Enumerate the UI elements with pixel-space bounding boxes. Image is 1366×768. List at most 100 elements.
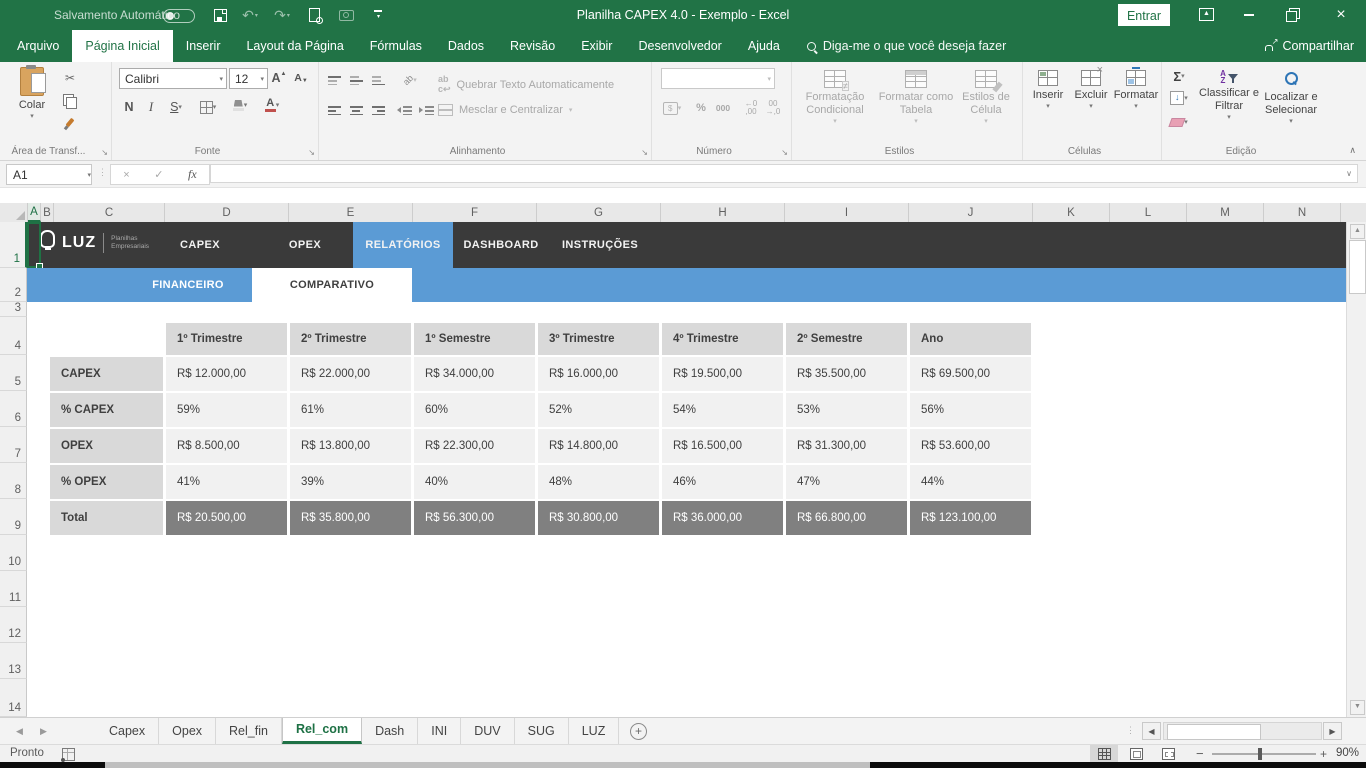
percent-style-button[interactable]: % xyxy=(691,98,711,118)
new-sheet-button[interactable]: + xyxy=(630,723,647,740)
column-header-i[interactable]: I xyxy=(785,203,909,222)
format-as-table-button[interactable]: Formatar como Tabela ▾ xyxy=(877,70,955,125)
sheet-tab-capex[interactable]: Capex xyxy=(96,718,159,744)
row-header-2[interactable]: 2 xyxy=(0,268,27,302)
normal-view-button[interactable] xyxy=(1090,745,1118,762)
sheet-nav-right-arrow[interactable]: ▶ xyxy=(40,718,47,744)
row-header-3[interactable]: 3 xyxy=(0,302,27,317)
menu-tab-layout-da-p-gina[interactable]: Layout da Página xyxy=(233,30,356,62)
sheet-canvas[interactable]: LUZ PlanilhasEmpresariais CAPEXOPEXRELAT… xyxy=(27,222,1346,717)
table-cell[interactable]: 41% xyxy=(166,465,287,499)
column-header-a[interactable]: A xyxy=(28,203,41,222)
menu-tab-ajuda[interactable]: Ajuda xyxy=(735,30,793,62)
column-header-h[interactable]: H xyxy=(661,203,785,222)
zoom-level-label[interactable]: 90% xyxy=(1336,747,1359,759)
table-cell[interactable]: R$ 14.800,00 xyxy=(538,429,659,463)
name-box-resize-handle[interactable]: ⋮ xyxy=(98,167,108,178)
italic-button[interactable]: I xyxy=(141,97,161,117)
vertical-scroll-thumb[interactable] xyxy=(1349,240,1366,294)
align-center-button[interactable] xyxy=(346,100,366,120)
camera-button[interactable] xyxy=(336,6,356,24)
nav-item-dashboard[interactable]: DASHBOARD xyxy=(463,222,538,268)
table-column-header[interactable]: 2º Semestre xyxy=(786,323,907,355)
column-header-d[interactable]: D xyxy=(165,203,289,222)
align-top-button[interactable] xyxy=(324,70,344,90)
report-tab-comparativo[interactable]: COMPARATIVO xyxy=(252,268,412,302)
find-select-button[interactable]: Localizar e Selecionar ▾ xyxy=(1263,70,1319,125)
table-cell[interactable]: R$ 53.600,00 xyxy=(910,429,1031,463)
table-cell[interactable]: R$ 19.500,00 xyxy=(662,357,783,391)
table-column-header[interactable]: 4º Trimestre xyxy=(662,323,783,355)
nav-item-capex[interactable]: CAPEX xyxy=(180,222,220,268)
zoom-out-button[interactable]: − xyxy=(1196,746,1204,761)
nav-item-instru-es[interactable]: INSTRUÇÕES xyxy=(562,222,638,268)
font-name-combo[interactable]: Calibri▾ xyxy=(119,68,227,89)
hscroll-left-arrow[interactable]: ◀ xyxy=(1142,722,1161,740)
autosave-toggle[interactable] xyxy=(163,9,195,23)
sheet-tab-sug[interactable]: SUG xyxy=(515,718,569,744)
format-painter-button[interactable] xyxy=(60,112,80,132)
row-header-8[interactable]: 8 xyxy=(0,463,27,499)
table-cell[interactable]: R$ 69.500,00 xyxy=(910,357,1031,391)
table-row-label-opex[interactable]: OPEX xyxy=(50,429,163,463)
table-cell[interactable]: 39% xyxy=(290,465,411,499)
table-cell[interactable]: 60% xyxy=(414,393,535,427)
zoom-slider-track[interactable] xyxy=(1212,753,1316,755)
hscroll-right-arrow[interactable]: ▶ xyxy=(1323,722,1342,740)
sheet-tab-rel-com[interactable]: Rel_com xyxy=(282,718,362,744)
column-header-f[interactable]: F xyxy=(413,203,537,222)
customize-qat-button[interactable]: ▾ xyxy=(368,6,388,24)
table-cell[interactable]: R$ 22.000,00 xyxy=(290,357,411,391)
sheet-tab-luz[interactable]: LUZ xyxy=(569,718,620,744)
collapse-ribbon-button[interactable]: ∧ xyxy=(1349,145,1356,156)
table-row-label-capex[interactable]: CAPEX xyxy=(50,357,163,391)
decrease-decimal-button[interactable]: 00→,0 xyxy=(763,98,783,118)
menu-tab-revis-o[interactable]: Revisão xyxy=(497,30,568,62)
column-header-b[interactable]: B xyxy=(41,203,54,222)
page-break-view-button[interactable] xyxy=(1154,745,1182,762)
clear-button[interactable]: ▾ xyxy=(1165,112,1193,132)
table-cell[interactable]: 46% xyxy=(662,465,783,499)
insert-function-button[interactable]: fx xyxy=(188,167,197,182)
table-row-label-total[interactable]: Total xyxy=(50,501,163,535)
font-dialog-launcher[interactable]: ↘ xyxy=(308,148,315,157)
align-left-button[interactable] xyxy=(324,100,344,120)
table-cell[interactable]: 53% xyxy=(786,393,907,427)
page-layout-view-button[interactable] xyxy=(1122,745,1150,762)
table-column-header[interactable]: Ano xyxy=(910,323,1031,355)
sort-filter-button[interactable]: AZ Classificar e Filtrar ▾ xyxy=(1197,70,1261,121)
menu-tab-dados[interactable]: Dados xyxy=(435,30,497,62)
nav-item-relat-rios[interactable]: RELATÓRIOS xyxy=(353,222,453,268)
sheet-tab-rel-fin[interactable]: Rel_fin xyxy=(216,718,282,744)
record-macro-icon[interactable] xyxy=(62,748,75,761)
menu-tab-arquivo[interactable]: Arquivo xyxy=(4,30,72,62)
number-dialog-launcher[interactable]: ↘ xyxy=(781,148,788,157)
delete-cells-button[interactable]: Excluir ▾ xyxy=(1070,70,1112,110)
formula-input[interactable] xyxy=(210,164,1358,183)
row-header-6[interactable]: 6 xyxy=(0,391,27,427)
table-cell[interactable]: R$ 56.300,00 xyxy=(414,501,535,535)
table-cell[interactable]: 59% xyxy=(166,393,287,427)
sheet-tab-ini[interactable]: INI xyxy=(418,718,461,744)
decrease-indent-button[interactable] xyxy=(394,100,414,120)
fill-color-button[interactable]: ▾ xyxy=(227,95,253,115)
menu-tab-inserir[interactable]: Inserir xyxy=(173,30,234,62)
paste-button[interactable]: Colar ▾ xyxy=(10,67,54,120)
table-column-header[interactable]: 1º Semestre xyxy=(414,323,535,355)
table-cell[interactable]: 44% xyxy=(910,465,1031,499)
clipboard-dialog-launcher[interactable]: ↘ xyxy=(101,148,108,157)
conditional-formatting-button[interactable]: Formatação Condicional ▾ xyxy=(795,70,875,125)
name-box[interactable]: A1 ▾ xyxy=(6,164,92,185)
column-header-g[interactable]: G xyxy=(537,203,661,222)
table-cell[interactable]: R$ 31.300,00 xyxy=(786,429,907,463)
table-column-header[interactable]: 1º Trimestre xyxy=(166,323,287,355)
table-row-label-capex[interactable]: % CAPEX xyxy=(50,393,163,427)
table-cell[interactable]: 61% xyxy=(290,393,411,427)
table-cell[interactable]: 52% xyxy=(538,393,659,427)
autosum-button[interactable]: Σ▾ xyxy=(1165,66,1193,86)
redo-button[interactable]: ↷▾ xyxy=(268,6,296,24)
orientation-button[interactable]: ab▾ xyxy=(396,70,424,90)
table-cell[interactable]: R$ 35.800,00 xyxy=(290,501,411,535)
horizontal-scrollbar[interactable] xyxy=(1163,722,1322,740)
table-cell[interactable]: 54% xyxy=(662,393,783,427)
